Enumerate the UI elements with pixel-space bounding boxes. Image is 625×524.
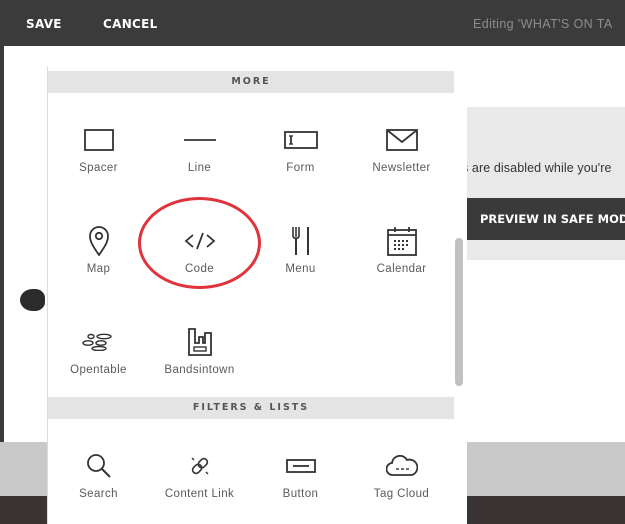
cancel-button[interactable]: CANCEL — [103, 17, 158, 31]
block-label: Form — [286, 162, 315, 174]
block-label: Opentable — [70, 364, 127, 376]
block-content-link[interactable]: Content Link — [149, 440, 250, 524]
block-label: Content Link — [164, 488, 235, 500]
block-form[interactable]: Form — [250, 114, 351, 204]
save-button[interactable]: SAVE — [26, 17, 62, 31]
block-label: Line — [187, 162, 212, 174]
block-label: Search — [79, 488, 118, 500]
block-code[interactable]: Code — [149, 215, 250, 305]
block-label: Calendar — [376, 263, 427, 275]
line-icon — [149, 122, 250, 158]
block-opentable[interactable]: Opentable — [48, 316, 149, 406]
filters-section-header: FILTERS & LISTS — [48, 397, 454, 419]
block-tag-cloud[interactable]: Tag Cloud — [351, 440, 452, 524]
spacer-icon — [48, 122, 149, 158]
cloud-icon — [351, 448, 452, 484]
block-picker-panel: MORE Spacer Line Form Newsletter Map Cod… — [47, 66, 467, 524]
block-label: Bandsintown — [164, 364, 235, 376]
block-label: Button — [282, 488, 319, 500]
link-icon — [149, 448, 250, 484]
block-menu[interactable]: Menu — [250, 215, 351, 305]
block-spacer[interactable]: Spacer — [48, 114, 149, 204]
editing-status: Editing 'WHAT'S ON TA — [473, 17, 613, 31]
block-newsletter[interactable]: Newsletter — [351, 114, 452, 204]
button-icon — [250, 448, 351, 484]
block-label: Spacer — [79, 162, 118, 174]
insert-point-marker[interactable] — [20, 289, 45, 311]
block-label: Map — [86, 263, 111, 275]
editor-topbar: SAVE CANCEL Editing 'WHAT'S ON TA — [4, 0, 625, 46]
block-calendar[interactable]: Calendar — [351, 215, 452, 305]
opentable-icon — [48, 324, 149, 360]
block-label: Newsletter — [372, 162, 431, 174]
preview-safe-mode-button[interactable]: PREVIEW IN SAFE MODE — [467, 198, 625, 240]
block-map[interactable]: Map — [48, 215, 149, 305]
envelope-icon — [351, 122, 452, 158]
block-label: Tag Cloud — [373, 488, 430, 500]
scripts-disabled-notice: s are disabled while you're — [462, 161, 612, 175]
panel-scrollbar[interactable] — [455, 238, 463, 386]
code-icon — [149, 223, 250, 259]
block-button[interactable]: Button — [250, 440, 351, 524]
block-label: Menu — [285, 263, 316, 275]
bandsintown-icon — [149, 324, 250, 360]
more-section-header: MORE — [48, 71, 454, 93]
block-label: Code — [184, 263, 215, 275]
form-icon — [250, 122, 351, 158]
block-line[interactable]: Line — [149, 114, 250, 204]
block-bandsintown[interactable]: Bandsintown — [149, 316, 250, 406]
fork-knife-icon — [250, 223, 351, 259]
magnifier-icon — [48, 448, 149, 484]
map-pin-icon — [48, 223, 149, 259]
calendar-icon — [351, 223, 452, 259]
block-search[interactable]: Search — [48, 440, 149, 524]
